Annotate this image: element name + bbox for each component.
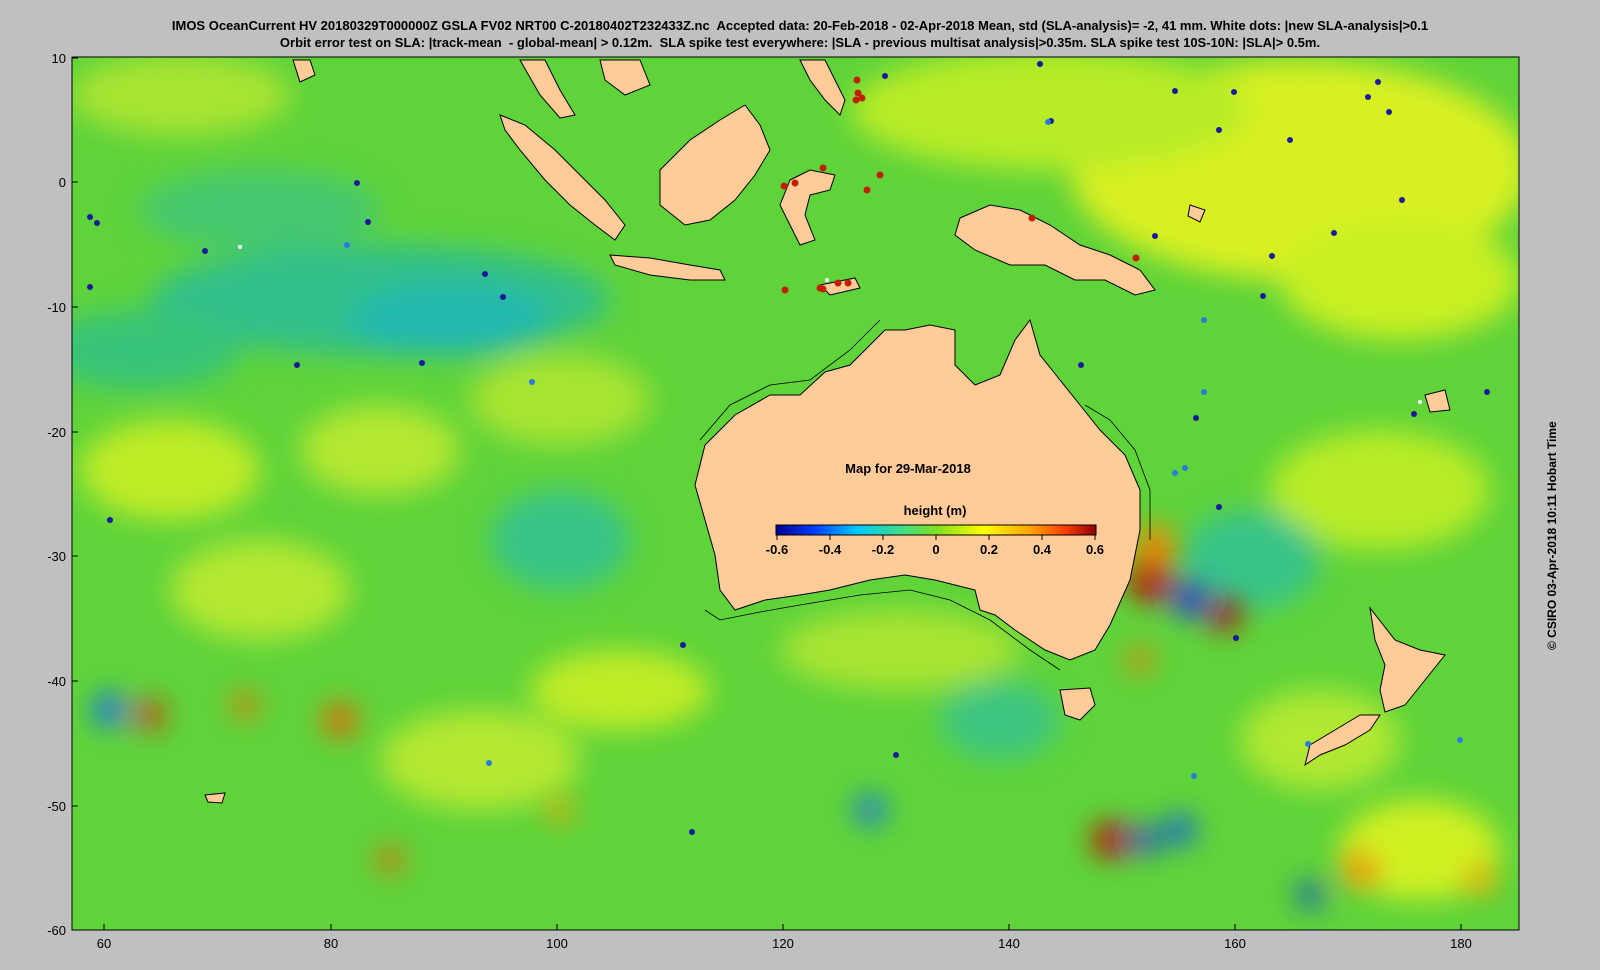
colorbar-tick: -0.2 <box>872 542 894 557</box>
credit-text: © CSIRO 03-Apr-2018 10:11 Hobart Time <box>1545 421 1559 650</box>
map-figure: 60 80 100 120 140 160 180 10 0 -10 -20 -… <box>47 51 1520 951</box>
lat-tick-label: 0 <box>59 175 66 190</box>
sla-field <box>72 57 1519 930</box>
lat-tick-label: -30 <box>47 549 66 564</box>
lon-tick-label: 180 <box>1450 936 1472 951</box>
colorbar-tick: 0 <box>932 542 939 557</box>
lon-tick-label: 160 <box>1224 936 1246 951</box>
lat-tick-label: 10 <box>52 51 66 66</box>
colorbar-tick: 0.2 <box>980 542 998 557</box>
colorbar-tick: -0.6 <box>766 542 788 557</box>
colorbar-tick: 0.4 <box>1033 542 1052 557</box>
map-caption: Map for 29-Mar-2018 <box>845 461 971 476</box>
lon-tick-label: 140 <box>998 936 1020 951</box>
lat-tick-label: -10 <box>47 300 66 315</box>
colorbar-title: height (m) <box>904 503 967 518</box>
lon-tick-label: 120 <box>772 936 794 951</box>
lat-tick-label: -20 <box>47 425 66 440</box>
colorbar-tick: -0.4 <box>819 542 842 557</box>
colorbar-gradient <box>775 524 1097 536</box>
colorbar-tick: 0.6 <box>1086 542 1104 557</box>
lat-tick-label: -50 <box>47 799 66 814</box>
lon-tick-label: 80 <box>324 936 338 951</box>
lat-tick-label: -40 <box>47 674 66 689</box>
lon-tick-label: 60 <box>97 936 111 951</box>
lat-tick-label: -60 <box>47 923 66 938</box>
lon-tick-label: 100 <box>546 936 568 951</box>
